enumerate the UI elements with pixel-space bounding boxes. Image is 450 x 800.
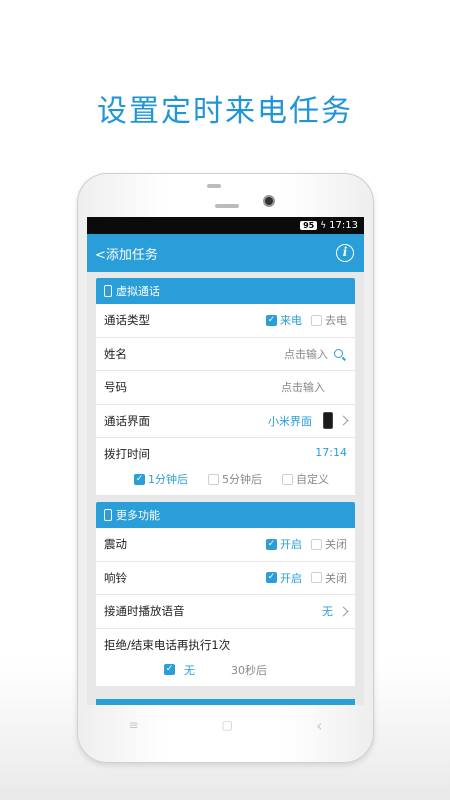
virtual-call-card: 通话类型 ✓ 来电 去电 姓名 点击输入 号码 点击输入 通话界面 小米界面 拨… xyxy=(96,304,355,496)
info-icon[interactable]: i xyxy=(336,244,354,262)
ring-off-option[interactable]: 关闭 xyxy=(311,570,347,586)
status-time: 17:13 xyxy=(329,220,358,231)
dial-custom-option[interactable]: 自定义 xyxy=(282,471,329,487)
home-icon[interactable]: ▢ xyxy=(222,718,233,732)
phone-preview-icon xyxy=(323,412,333,430)
page-headline: 设置定时来电任务 xyxy=(97,94,353,129)
checkbox-checked-icon[interactable]: ✓ xyxy=(266,538,277,550)
phone-camera xyxy=(263,195,275,207)
section-title: 更多功能 xyxy=(116,509,160,522)
charging-icon: ϟ xyxy=(320,220,327,231)
section-header-virtual-call: 虚拟通话 xyxy=(96,278,355,304)
chevron-right-icon xyxy=(338,415,349,426)
back-icon[interactable]: ‹ xyxy=(316,716,322,735)
vibrate-on-option[interactable]: ✓ 开启 xyxy=(266,536,302,552)
retry-none-option[interactable]: ✓ 无 xyxy=(164,662,195,678)
interface-label: 通话界面 xyxy=(104,413,150,428)
name-input[interactable]: 点击输入 xyxy=(284,346,328,362)
phone-speaker xyxy=(215,204,239,208)
call-type-row: 通话类型 ✓ 来电 去电 xyxy=(96,304,355,338)
checkbox-checked-icon[interactable]: ✓ xyxy=(164,664,175,675)
phone-icon xyxy=(104,509,112,521)
number-row[interactable]: 号码 点击输入 xyxy=(96,371,355,405)
chevron-right-icon xyxy=(338,606,349,617)
checkbox-icon[interactable] xyxy=(208,473,219,485)
call-type-outgoing[interactable]: 去电 xyxy=(311,312,347,328)
status-bar: 95 ϟ 17:13 xyxy=(87,217,364,234)
checkbox-icon[interactable] xyxy=(282,473,293,485)
interface-value: 小米界面 xyxy=(268,414,312,428)
number-label: 号码 xyxy=(104,380,127,395)
number-input[interactable]: 点击输入 xyxy=(281,379,325,395)
phone-icon xyxy=(104,285,112,297)
call-type-label: 通话类型 xyxy=(104,313,150,328)
checkbox-checked-icon[interactable]: ✓ xyxy=(134,473,145,485)
section-header-more-features: 更多功能 xyxy=(96,502,355,528)
ring-label: 响铃 xyxy=(104,570,127,585)
retry-30s-option[interactable]: 30秒后 xyxy=(231,662,267,678)
section-title: 虚拟通话 xyxy=(116,285,160,298)
voice-label: 接通时播放语音 xyxy=(104,604,185,619)
phone-screen: 95 ϟ 17:13 <添加任务 i 虚拟通话 通话类型 ✓ 来电 去电 姓名 … xyxy=(87,217,364,705)
dial-5min-option[interactable]: 5分钟后 xyxy=(208,471,262,487)
ring-on-option[interactable]: ✓ 开启 xyxy=(266,570,302,586)
checkbox-checked-icon[interactable]: ✓ xyxy=(266,572,277,584)
checkbox-icon[interactable] xyxy=(311,314,322,326)
phone-frame: 95 ϟ 17:13 <添加任务 i 虚拟通话 通话类型 ✓ 来电 去电 姓名 … xyxy=(77,173,374,763)
nav-bar: ≡ ▢ ‹ xyxy=(87,710,364,740)
dial-time-label: 拨打时间 xyxy=(104,447,150,461)
checkbox-checked-icon[interactable]: ✓ xyxy=(266,314,277,326)
back-button[interactable]: <添加任务 xyxy=(95,244,158,263)
search-icon[interactable] xyxy=(334,349,343,359)
checkbox-icon[interactable] xyxy=(311,538,322,550)
retry-row: 拒绝/结束电话再执行1次 ✓ 无 30秒后 xyxy=(96,629,355,687)
dial-time-value[interactable]: 17:14 xyxy=(315,446,347,462)
name-label: 姓名 xyxy=(104,346,127,361)
interface-row[interactable]: 通话界面 小米界面 xyxy=(96,405,355,438)
call-type-incoming[interactable]: ✓ 来电 xyxy=(266,312,302,328)
dial-time-row: 拨打时间 17:14 ✓ 1分钟后 5分钟后 自定义 xyxy=(96,438,355,496)
menu-icon[interactable]: ≡ xyxy=(129,718,139,732)
more-features-card: 震动 ✓ 开启 关闭 响铃 ✓ 开启 关闭 接通时播放语音 无 拒绝/结束电话再… xyxy=(96,528,355,687)
dial-1min-option[interactable]: ✓ 1分钟后 xyxy=(134,471,188,487)
ring-row: 响铃 ✓ 开启 关闭 xyxy=(96,562,355,595)
checkbox-icon[interactable] xyxy=(311,572,322,584)
retry-label: 拒绝/结束电话再执行1次 xyxy=(104,637,231,652)
name-row[interactable]: 姓名 点击输入 xyxy=(96,338,355,371)
phone-sensor xyxy=(207,184,221,188)
app-bar: <添加任务 i xyxy=(87,234,364,272)
battery-indicator: 95 xyxy=(300,221,318,230)
content-area: 虚拟通话 通话类型 ✓ 来电 去电 姓名 点击输入 号码 点击输入 通话界面 小… xyxy=(87,272,364,705)
next-section-header xyxy=(96,698,355,705)
vibrate-off-option[interactable]: 关闭 xyxy=(311,536,347,552)
vibrate-label: 震动 xyxy=(104,537,127,552)
voice-row[interactable]: 接通时播放语音 无 xyxy=(96,595,355,629)
vibrate-row: 震动 ✓ 开启 关闭 xyxy=(96,528,355,562)
voice-value: 无 xyxy=(322,605,333,619)
